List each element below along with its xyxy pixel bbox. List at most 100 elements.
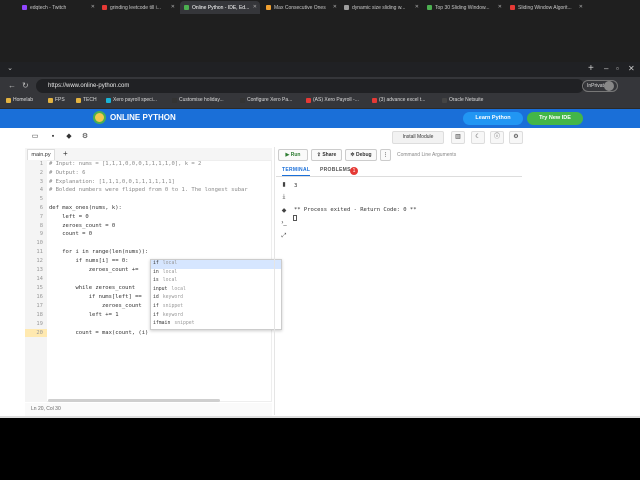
autocomplete-item[interactable]: ifmain snippet	[151, 320, 281, 329]
autocomplete-item[interactable]: id keyword	[151, 294, 281, 303]
tab-label: edqtech - Twitch	[30, 4, 67, 11]
code-line: count = 0	[49, 231, 93, 237]
close-tab-icon[interactable]: ✕	[253, 4, 257, 10]
horizontal-scrollbar[interactable]	[48, 399, 220, 402]
tab-problems[interactable]: PROBLEMS	[320, 167, 351, 173]
bookmark-item[interactable]: (AS) Xero Payroll -...	[306, 97, 359, 103]
learn-python-button[interactable]: Learn Python	[463, 112, 523, 125]
suggestion-kind: keyword	[162, 312, 183, 318]
try-new-ide-button[interactable]: Try New IDE	[527, 112, 583, 125]
info-icon[interactable]: ⓘ	[490, 131, 504, 144]
suggestion-kind: snippet	[174, 321, 195, 327]
dark-mode-icon[interactable]: ☾	[471, 131, 485, 144]
layout-icon[interactable]: ▥	[451, 131, 465, 144]
line-number: 17	[36, 303, 43, 309]
expand-icon[interactable]: ⤢	[280, 233, 288, 240]
add-file-button[interactable]: +	[63, 148, 68, 160]
download-icon[interactable]: ⤓	[280, 194, 288, 201]
debug-button[interactable]: ✲ Debug	[345, 149, 377, 161]
minimize-icon[interactable]: –	[604, 63, 608, 75]
bookmark-item[interactable]: Oracle Netsuite	[442, 97, 483, 103]
line-number: 2	[39, 170, 43, 176]
browser-tab[interactable]: Max Consecutive Ones ✕	[262, 1, 340, 14]
command-line-args-input[interactable]: Command Line Arguments	[394, 149, 522, 161]
tab-favicon-icon	[22, 5, 27, 10]
bookmark-item[interactable]: Configure Xero Pa...	[240, 97, 292, 103]
refresh-icon[interactable]: ↻	[22, 80, 29, 92]
clear-icon[interactable]: ◆	[64, 132, 74, 142]
close-tab-icon[interactable]: ✕	[415, 4, 419, 10]
close-tab-icon[interactable]: ✕	[91, 4, 95, 10]
code-line: # Output: 6	[49, 170, 86, 176]
line-number: 19	[36, 321, 43, 327]
line-number: 12	[36, 258, 43, 264]
autocomplete-item[interactable]: if snippet	[151, 303, 281, 312]
avatar[interactable]	[604, 81, 614, 91]
terminal-prompt-icon[interactable]: ›_	[280, 220, 288, 226]
bookmark-item[interactable]: (3) advance excel t...	[372, 97, 425, 103]
close-tab-icon[interactable]: ✕	[171, 4, 175, 10]
bookmark-item[interactable]: Homelab	[6, 97, 33, 103]
line-number: 7	[39, 214, 43, 220]
close-tab-icon[interactable]: ✕	[333, 4, 337, 10]
close-window-icon[interactable]: ✕	[628, 63, 635, 75]
back-icon[interactable]: ←	[8, 80, 16, 92]
browser-tab[interactable]: edqtech - Twitch ✕	[18, 1, 98, 14]
screen-letterbox	[0, 418, 640, 480]
bookmark-label: (AS) Xero Payroll -...	[313, 97, 359, 103]
suggestion-label: if	[153, 312, 159, 318]
file-tab-main[interactable]: main.py	[27, 149, 55, 160]
share-button[interactable]: ⇪ Share	[311, 149, 342, 161]
open-file-icon[interactable]: ▭	[30, 132, 40, 142]
panel-divider[interactable]	[274, 147, 275, 415]
bookmark-label: Oracle Netsuite	[449, 97, 484, 103]
bookmark-item[interactable]: TECH	[76, 97, 97, 103]
problems-count-badge: 1	[350, 167, 358, 175]
line-number: 1	[39, 161, 43, 167]
bookmark-item[interactable]: FPS	[48, 97, 65, 103]
tab-actions-icon[interactable]: ⌄	[4, 63, 16, 75]
autocomplete-item[interactable]: in local	[151, 269, 281, 278]
tab-label: dynamic size sliding w...	[352, 4, 406, 11]
autocomplete-item[interactable]: if local	[151, 260, 281, 269]
browser-tab[interactable]: grinding leetcode till i... ✕	[98, 1, 178, 14]
browser-tab[interactable]: dynamic size sliding w... ✕	[340, 1, 422, 14]
close-tab-icon[interactable]: ✕	[498, 4, 502, 10]
browser-tab[interactable]: Sliding Window Algorit... ✕	[506, 1, 586, 14]
tab-terminal[interactable]: TERMINAL	[282, 167, 311, 176]
site-logo[interactable]: ONLINE PYTHON	[93, 111, 176, 124]
terminal-output[interactable]	[290, 178, 522, 414]
page-icon	[240, 97, 245, 103]
suggestion-label: id	[153, 295, 159, 301]
bookmark-label: (3) advance excel t...	[379, 97, 426, 103]
gear-icon[interactable]: ⚙	[509, 131, 523, 144]
browser-tab[interactable]: Top 30 Sliding Window... ✕	[423, 1, 505, 14]
copy-icon[interactable]: ▮	[280, 181, 288, 188]
save-icon[interactable]: ▪	[48, 132, 58, 142]
bookmark-item[interactable]: Xero payroll speci...	[106, 97, 157, 103]
youtube-icon	[306, 97, 311, 103]
folder-icon	[6, 97, 11, 103]
line-number: 10	[36, 240, 43, 246]
settings-icon[interactable]: ⚙	[80, 132, 90, 142]
maximize-icon[interactable]: ▫	[616, 63, 619, 75]
install-module-button[interactable]: Install Module	[392, 131, 444, 144]
close-tab-icon[interactable]: ✕	[579, 4, 583, 10]
autocomplete-item[interactable]: is local	[151, 277, 281, 286]
tab-favicon-icon	[510, 5, 515, 10]
autocomplete-item[interactable]: input local	[151, 286, 281, 295]
run-button[interactable]: ▶ Run	[278, 149, 308, 161]
suggestion-kind: local	[162, 278, 178, 284]
url-field[interactable]: https://www.online-python.com	[36, 79, 584, 93]
code-line: while zeroes_count	[49, 285, 136, 291]
browser-tab-active[interactable]: Online Python - IDE, Ed... ✕	[180, 1, 260, 14]
bookmark-label: Configure Xero Pa...	[247, 97, 293, 103]
new-tab-icon[interactable]: +	[588, 63, 594, 75]
clear-output-icon[interactable]: ◆	[280, 207, 288, 214]
autocomplete-item[interactable]: if keyword	[151, 312, 281, 321]
more-icon[interactable]: ⋮	[380, 149, 391, 161]
tab-bar	[0, 62, 640, 77]
tab-label: Online Python - IDE, Ed...	[192, 4, 250, 11]
line-number: 9	[39, 231, 43, 237]
bookmark-item[interactable]: Customise holiday...	[172, 97, 224, 103]
